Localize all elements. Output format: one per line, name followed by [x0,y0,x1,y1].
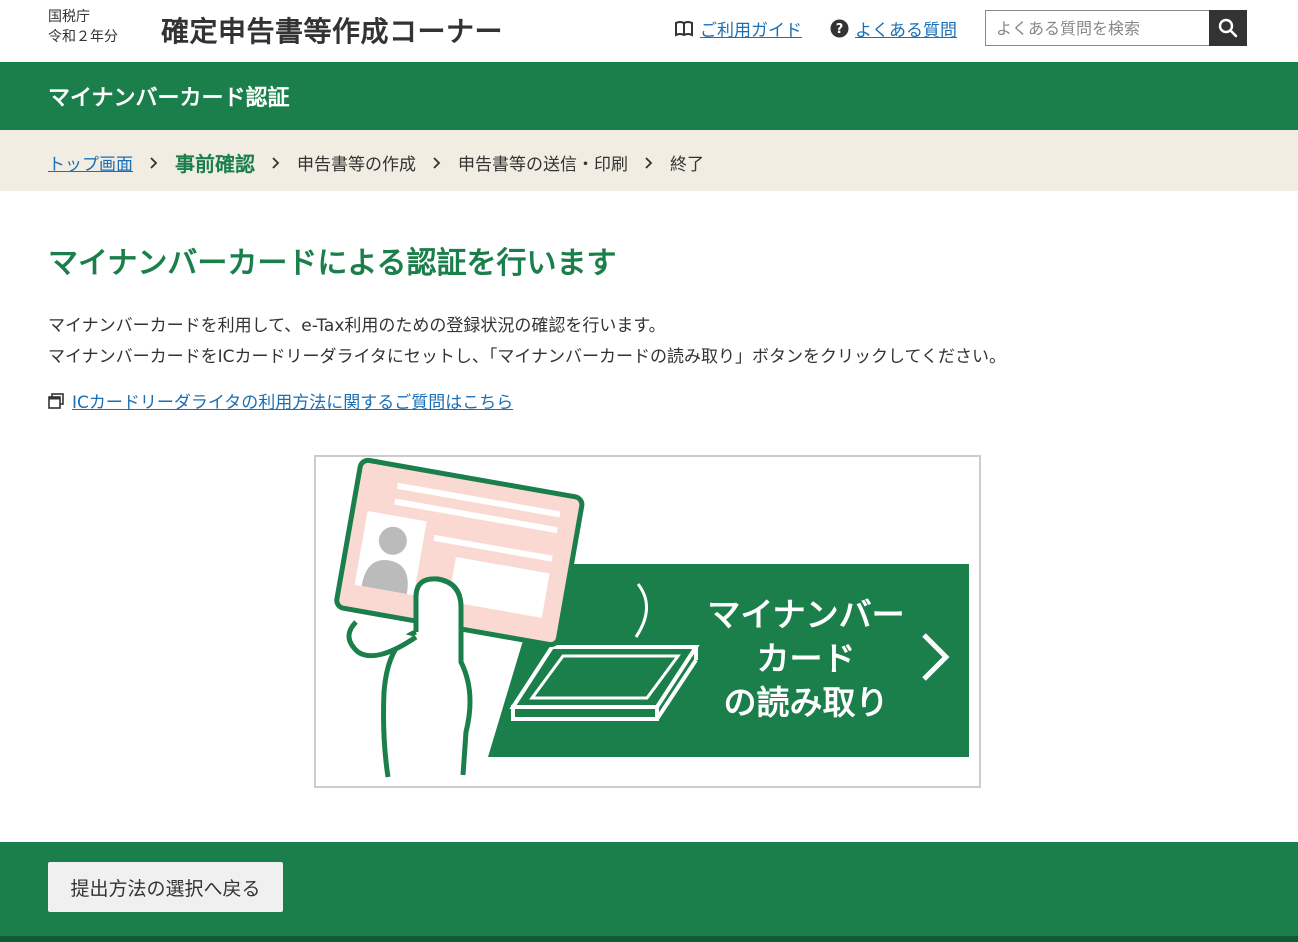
breadcrumb: トップ画面 事前確認 申告書等の作成 申告書等の送信・印刷 終了 [0,130,1298,191]
chevron-right-icon [433,156,441,169]
read-mynumber-card-button[interactable]: マイナンバー カード の読み取り [314,455,981,788]
book-icon [674,20,694,38]
tax-year: 令和２年分 [48,29,118,45]
chevron-right-icon [645,156,653,169]
breadcrumb-top-link[interactable]: トップ画面 [48,150,133,175]
section-title: マイナンバーカード認証 [48,86,290,111]
chevron-right-icon [272,156,280,169]
instruction-line-1: マイナンバーカードを利用して、e-Tax利用のための登録状況の確認を行います。 [48,316,666,336]
search-button[interactable] [1209,10,1247,46]
read-button-line-3: の読み取り [723,683,889,722]
search-input[interactable] [985,10,1209,46]
agency-info: 国税庁 令和２年分 [48,7,118,47]
agency-name: 国税庁 [48,9,90,25]
breadcrumb-step-finish: 終了 [670,155,704,175]
breadcrumb-step-send-print: 申告書等の送信・印刷 [458,155,628,175]
faq-search [985,10,1247,46]
site-header: 国税庁 令和２年分 確定申告書等作成コーナー ご利用ガイド ? よくある質問 [0,0,1298,62]
instruction-line-2: マイナンバーカードをICカードリーダライタにセットし、「マイナンバーカードの読み… [48,347,1007,367]
guide-link-label: ご利用ガイド [700,21,802,41]
ic-reader-faq-link[interactable]: ICカードリーダライタの利用方法に関するご質問はこちら [48,388,513,413]
section-bar: マイナンバーカード認証 [0,62,1298,130]
svg-text:?: ? [836,22,844,37]
breadcrumb-step-create: 申告書等の作成 [297,155,416,175]
faq-link[interactable]: ? よくある質問 [830,16,957,41]
guide-link[interactable]: ご利用ガイド [674,16,802,41]
question-icon: ? [830,19,849,38]
search-icon [1218,18,1238,38]
new-window-icon [48,392,64,409]
back-to-submission-method-button[interactable]: 提出方法の選択へ戻る [48,862,283,912]
page-heading: マイナンバーカードによる認証を行います [48,246,617,281]
faq-link-label: よくある質問 [855,21,957,41]
ic-reader-faq-link-label: ICカードリーダライタの利用方法に関するご質問はこちら [72,393,514,413]
chevron-right-icon [150,156,158,169]
breadcrumb-current-step: 事前確認 [175,152,255,176]
footer-bar: 提出方法の選択へ戻る [0,842,1298,942]
read-button-line-1: マイナンバー [707,595,905,634]
read-button-line-2: カード [756,639,856,678]
site-title[interactable]: 確定申告書等作成コーナー [161,10,503,50]
read-button-label: マイナンバー カード の読み取り [696,593,916,725]
